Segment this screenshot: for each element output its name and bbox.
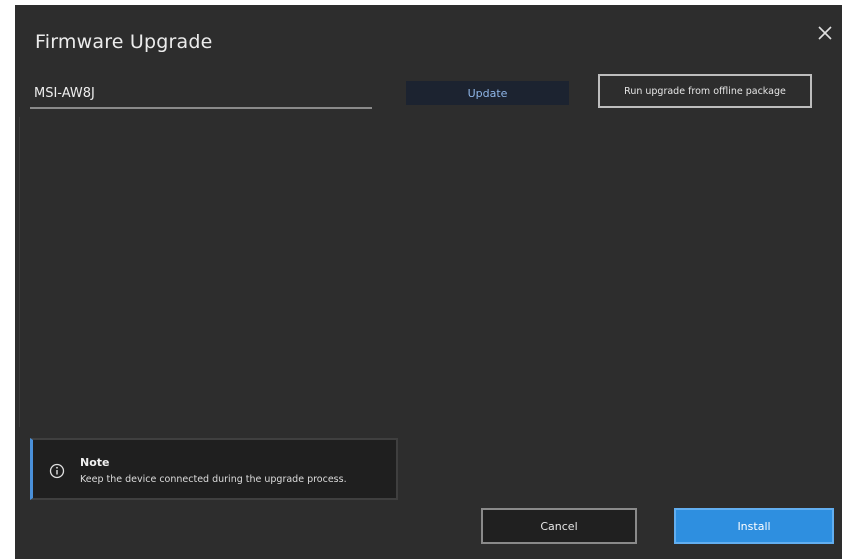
firmware-list-area — [19, 117, 834, 427]
install-button[interactable]: Install — [674, 508, 834, 544]
cancel-button[interactable]: Cancel — [481, 508, 637, 544]
model-input[interactable] — [34, 83, 364, 103]
divider — [19, 117, 20, 427]
info-icon — [49, 463, 65, 479]
info-message: Keep the device connected during the upg… — [80, 474, 347, 485]
info-title: Note — [80, 456, 110, 469]
model-field[interactable] — [30, 79, 372, 109]
close-icon — [818, 26, 832, 40]
update-button[interactable]: Update — [406, 81, 569, 105]
close-button[interactable] — [815, 23, 835, 43]
firmware-upgrade-dialog: Firmware Upgrade Update Run upgrade from… — [15, 5, 842, 559]
dialog-title: Firmware Upgrade — [35, 31, 213, 53]
info-notification: Note Keep the device connected during th… — [30, 438, 398, 500]
offline-upgrade-button[interactable]: Run upgrade from offline package — [598, 74, 812, 108]
